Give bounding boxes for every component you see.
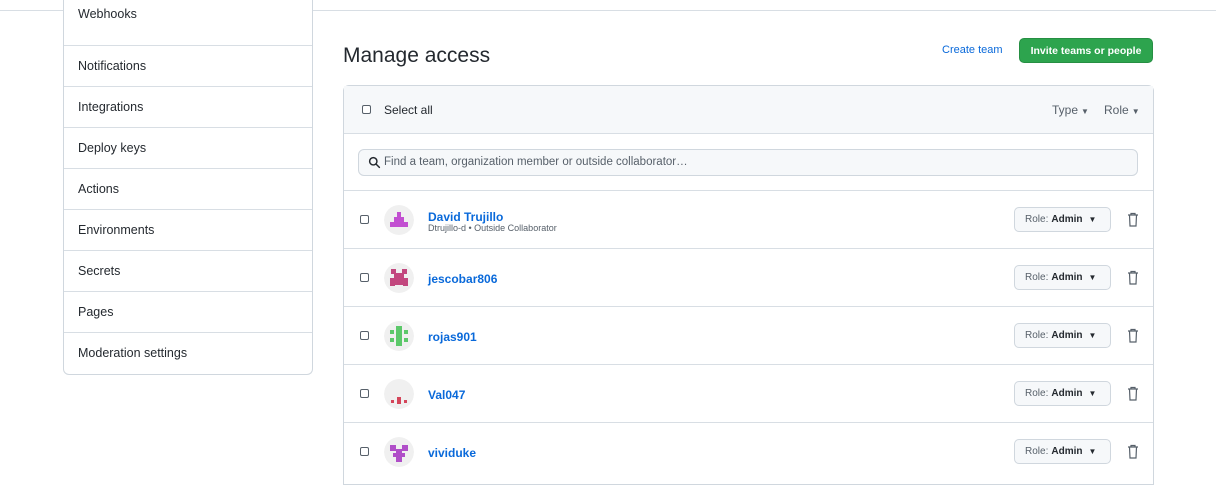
sidebar-item-label: Notifications bbox=[78, 59, 147, 73]
chevron-down-icon: ▼ bbox=[1088, 447, 1097, 456]
member-row: rojas901 Role: Admin ▼ bbox=[344, 307, 1153, 365]
sidebar-item-deploy-keys[interactable]: Deploy keys bbox=[64, 127, 312, 168]
member-name[interactable]: Val047 bbox=[428, 388, 465, 402]
sidebar-item-webhooks[interactable]: Webhooks bbox=[64, 0, 312, 30]
invite-teams-button[interactable]: Invite teams or people bbox=[1019, 38, 1153, 63]
settings-sidebar: Webhooks Notifications Integrations Depl… bbox=[63, 0, 313, 375]
trash-icon[interactable] bbox=[1127, 270, 1139, 285]
sidebar-item-secrets[interactable]: Secrets bbox=[64, 250, 312, 291]
sidebar-item-label: Webhooks bbox=[78, 7, 137, 21]
list-header: Select all Type ▼ Role ▼ bbox=[344, 86, 1153, 134]
avatar[interactable] bbox=[384, 205, 414, 235]
chevron-down-icon: ▼ bbox=[1088, 389, 1097, 398]
create-team-link[interactable]: Create team bbox=[942, 44, 1003, 56]
role-value: Admin bbox=[1051, 330, 1083, 341]
role-prefix: Role: bbox=[1025, 388, 1049, 399]
role-filter-label: Role bbox=[1104, 103, 1129, 117]
chevron-down-icon: ▼ bbox=[1088, 215, 1097, 224]
member-checkbox[interactable] bbox=[360, 447, 369, 456]
role-dropdown[interactable]: Role: Admin ▼ bbox=[1014, 323, 1111, 348]
avatar[interactable] bbox=[384, 321, 414, 351]
member-name[interactable]: jescobar806 bbox=[428, 272, 497, 286]
chevron-down-icon: ▼ bbox=[1088, 273, 1097, 282]
search-placeholder: Find a team, organization member or outs… bbox=[384, 156, 688, 168]
member-checkbox[interactable] bbox=[360, 215, 369, 224]
member-checkbox[interactable] bbox=[360, 331, 369, 340]
role-prefix: Role: bbox=[1025, 272, 1049, 283]
avatar[interactable] bbox=[384, 379, 414, 409]
sidebar-item-integrations[interactable]: Integrations bbox=[64, 86, 312, 127]
role-prefix: Role: bbox=[1025, 330, 1049, 341]
type-filter-dropdown[interactable]: Type ▼ bbox=[1052, 103, 1089, 117]
role-filter-dropdown[interactable]: Role ▼ bbox=[1104, 103, 1140, 117]
access-list-panel: Select all Type ▼ Role ▼ Find a team, orga… bbox=[343, 85, 1154, 485]
sidebar-item-actions[interactable]: Actions bbox=[64, 168, 312, 209]
trash-icon[interactable] bbox=[1127, 212, 1139, 227]
select-all-label[interactable]: Select all bbox=[384, 103, 433, 117]
trash-icon[interactable] bbox=[1127, 444, 1139, 459]
member-row: David Trujillo Dtrujillo-d • Outside Col… bbox=[344, 191, 1153, 249]
member-row: Val047 Role: Admin ▼ bbox=[344, 365, 1153, 423]
trash-icon[interactable] bbox=[1127, 386, 1139, 401]
sidebar-item-label: Environments bbox=[78, 223, 155, 237]
search-icon bbox=[368, 156, 381, 169]
member-checkbox[interactable] bbox=[360, 389, 369, 398]
member-checkbox[interactable] bbox=[360, 273, 369, 282]
sidebar-item-moderation-settings[interactable]: Moderation settings bbox=[64, 332, 312, 373]
role-value: Admin bbox=[1051, 214, 1083, 225]
avatar[interactable] bbox=[384, 437, 414, 467]
sidebar-item-label: Moderation settings bbox=[78, 346, 188, 360]
role-value: Admin bbox=[1051, 388, 1083, 399]
role-prefix: Role: bbox=[1025, 446, 1049, 457]
role-dropdown[interactable]: Role: Admin ▼ bbox=[1014, 207, 1111, 232]
sidebar-item-label: Integrations bbox=[78, 100, 144, 114]
member-row: vividuke Role: Admin ▼ bbox=[344, 423, 1153, 481]
sidebar-item-label: Deploy keys bbox=[78, 141, 147, 155]
role-dropdown[interactable]: Role: Admin ▼ bbox=[1014, 265, 1111, 290]
sidebar-item-notifications[interactable]: Notifications bbox=[64, 45, 312, 86]
type-filter-label: Type bbox=[1052, 103, 1079, 117]
sidebar-item-label: Actions bbox=[78, 182, 119, 196]
search-row: Find a team, organization member or outs… bbox=[344, 134, 1153, 191]
role-value: Admin bbox=[1051, 446, 1083, 457]
role-prefix: Role: bbox=[1025, 214, 1049, 225]
sidebar-item-environments[interactable]: Environments bbox=[64, 209, 312, 250]
member-search-input[interactable]: Find a team, organization member or outs… bbox=[358, 149, 1138, 176]
sidebar-item-label: Pages bbox=[78, 305, 114, 319]
member-name[interactable]: rojas901 bbox=[428, 330, 477, 344]
member-subtitle: Dtrujillo-d • Outside Collaborator bbox=[428, 223, 557, 233]
role-value: Admin bbox=[1051, 272, 1083, 283]
role-dropdown[interactable]: Role: Admin ▼ bbox=[1014, 381, 1111, 406]
sidebar-item-label: Secrets bbox=[78, 264, 121, 278]
chevron-down-icon: ▼ bbox=[1081, 107, 1089, 116]
chevron-down-icon: ▼ bbox=[1088, 331, 1097, 340]
sidebar-item-pages[interactable]: Pages bbox=[64, 291, 312, 332]
member-name[interactable]: David Trujillo bbox=[428, 210, 503, 224]
avatar[interactable] bbox=[384, 263, 414, 293]
member-name[interactable]: vividuke bbox=[428, 446, 476, 460]
select-all-checkbox[interactable] bbox=[362, 105, 371, 114]
chevron-down-icon: ▼ bbox=[1131, 107, 1140, 116]
role-dropdown[interactable]: Role: Admin ▼ bbox=[1014, 439, 1111, 464]
page-title: Manage access bbox=[343, 44, 491, 67]
member-row: jescobar806 Role: Admin ▼ bbox=[344, 249, 1153, 307]
trash-icon[interactable] bbox=[1127, 328, 1139, 343]
